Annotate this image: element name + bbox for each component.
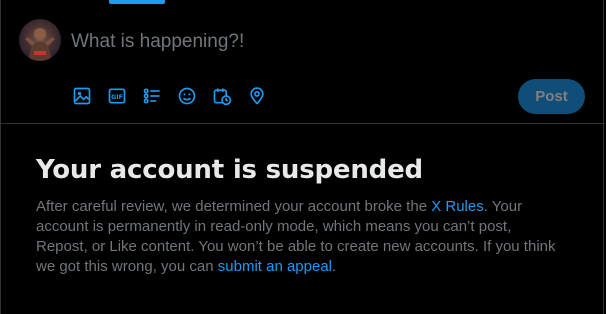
emoji-icon[interactable] xyxy=(176,85,198,107)
submit-appeal-link[interactable]: submit an appeal xyxy=(218,258,332,275)
main-column: GIF xyxy=(0,0,604,314)
post-button[interactable]: Post xyxy=(518,79,585,114)
composer-toolbar: GIF xyxy=(71,84,268,108)
suspension-notice: Your account is suspended After careful … xyxy=(36,155,556,277)
notice-title: Your account is suspended xyxy=(36,155,423,185)
image-icon[interactable] xyxy=(71,85,93,107)
notice-body: After careful review, we determined your… xyxy=(36,197,556,277)
post-composer: GIF xyxy=(1,0,603,124)
gif-icon-label: GIF xyxy=(111,94,123,101)
gif-icon[interactable]: GIF xyxy=(106,85,128,107)
compose-input[interactable] xyxy=(71,27,551,57)
schedule-icon[interactable] xyxy=(211,85,233,107)
notice-text: After careful review, we determined your… xyxy=(36,198,432,215)
poll-icon[interactable] xyxy=(141,85,163,107)
x-rules-link[interactable]: X Rules xyxy=(431,198,484,215)
notice-text: . xyxy=(332,258,337,275)
location-icon[interactable] xyxy=(246,85,268,107)
user-avatar[interactable] xyxy=(19,19,61,61)
